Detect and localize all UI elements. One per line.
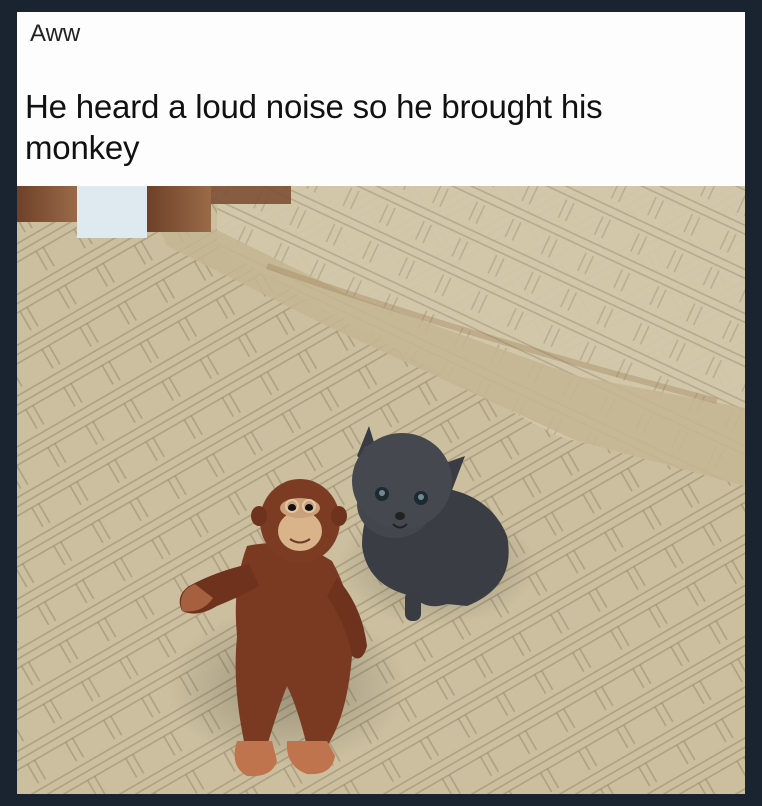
photo (17, 186, 745, 794)
furniture-wood-left (17, 186, 77, 222)
caption-area: Aww He heard a loud noise so he brought … (17, 12, 745, 186)
kitten-monkey-photo (17, 186, 745, 794)
window-light (77, 186, 147, 238)
post-headline: He heard a loud noise so he brought his … (25, 88, 603, 166)
meme-card: Aww He heard a loud noise so he brought … (17, 12, 745, 794)
furniture-wood (147, 186, 211, 232)
meme-frame: Aww He heard a loud noise so he brought … (0, 0, 762, 806)
post-tag: Aww (30, 20, 81, 47)
